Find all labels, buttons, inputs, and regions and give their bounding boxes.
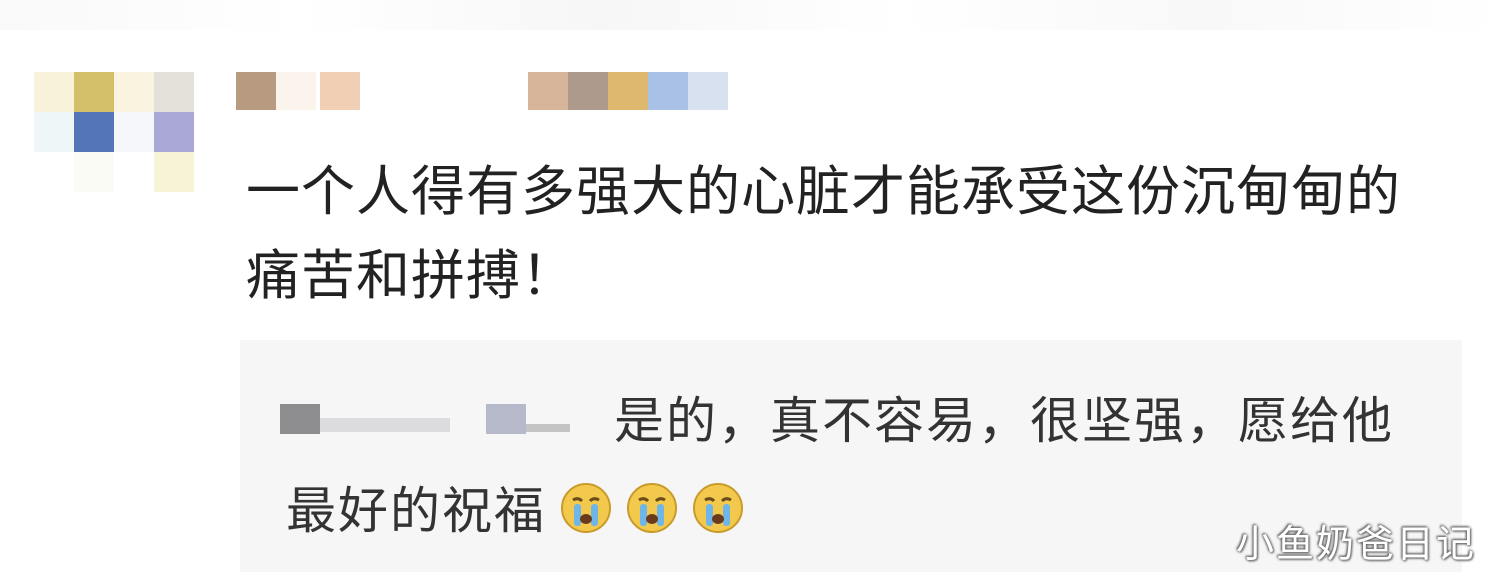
reply-text: 是的，真不容易，很坚强，愿给他最好的祝福 <box>286 392 1394 540</box>
crying-face-icon <box>560 472 612 533</box>
username-mosaic[interactable] <box>236 72 756 110</box>
comment-text: 一个人得有多强大的心脏才能承受这份沉甸甸的痛苦和拼搏！ <box>246 160 1401 307</box>
watermark: 小鱼奶爸日记 <box>1235 522 1476 566</box>
crying-face-icon <box>692 472 744 533</box>
crying-face-icon <box>626 472 678 533</box>
blurred-header-strip <box>0 0 1500 30</box>
avatar[interactable] <box>34 72 204 197</box>
